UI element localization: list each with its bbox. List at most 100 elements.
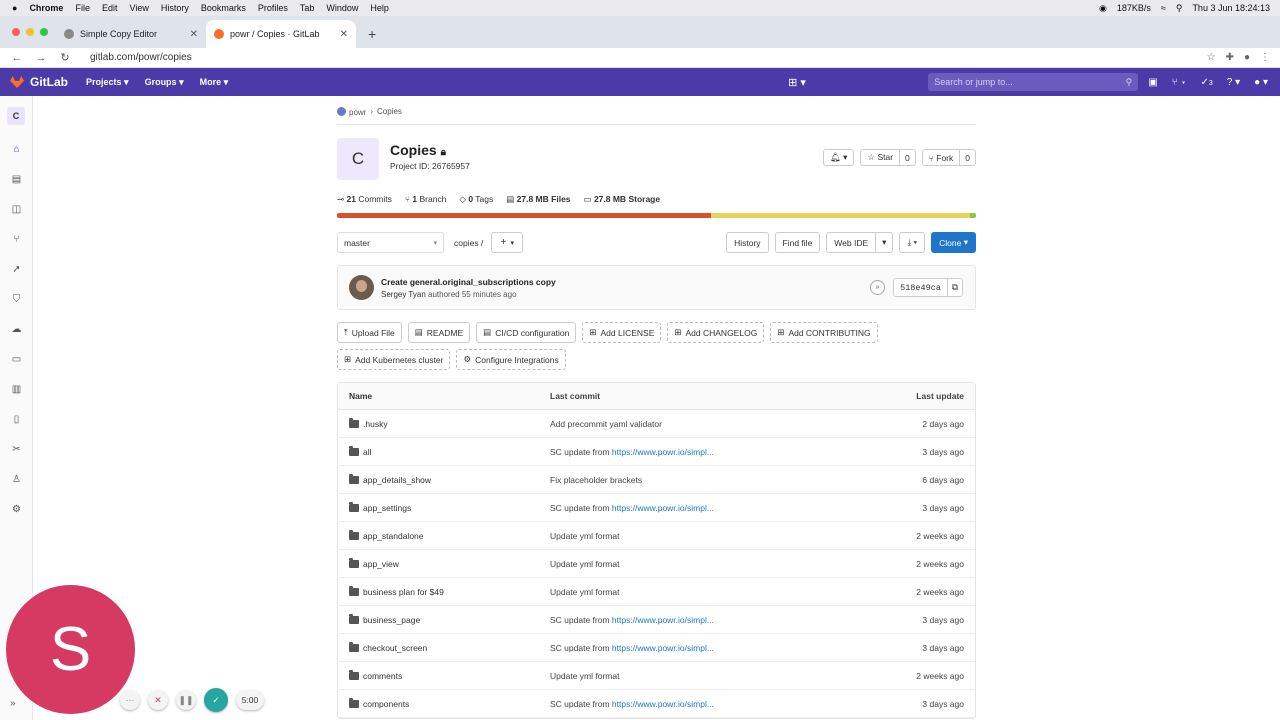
language-segment[interactable] [710, 213, 970, 218]
readme-button[interactable]: ▤ README [407, 322, 471, 343]
issues-icon[interactable]: ▣ [1148, 77, 1157, 88]
table-row[interactable]: app_view Update yml format 2 weeks ago [338, 550, 975, 578]
last-commit-cell[interactable]: Update yml format [550, 531, 830, 541]
merge-requests-icon[interactable]: ⑂ ▾ [1172, 77, 1187, 88]
table-row[interactable]: business_page SC update from https://www.… [338, 606, 975, 634]
last-commit-cell[interactable]: SC update from https://www.powr.io/simpl… [550, 615, 830, 625]
add-to-tree-button[interactable]: + ▾ [491, 232, 524, 253]
close-tab-icon[interactable]: ✕ [190, 29, 198, 40]
add-kubernetes-cluster-button[interactable]: ⊞ Add Kubernetes cluster [337, 349, 451, 370]
table-row[interactable]: comments Update yml format 2 weeks ago [338, 662, 975, 690]
menu-window[interactable]: Window [326, 3, 358, 13]
last-commit-cell[interactable]: Fix placeholder brackets [550, 475, 830, 485]
table-row[interactable]: .husky Add precommit yaml validator 2 days… [338, 410, 975, 438]
branch-select[interactable]: master ▾ [337, 232, 444, 253]
back-icon[interactable]: ← [10, 52, 24, 64]
microphone-icon[interactable]: ◉ [1099, 3, 1107, 14]
home-icon[interactable]: ⌂ [0, 134, 33, 164]
file-name-cell[interactable]: app_details_show [338, 473, 550, 485]
commit-sha[interactable]: 518e49ca [894, 283, 947, 293]
files-link[interactable]: ▤ 27.8 MB Files [506, 194, 570, 205]
commit-link[interactable]: https://www.powr.io/simpl... [612, 699, 714, 709]
finish-recording-icon[interactable]: ✓ [204, 688, 228, 712]
table-row[interactable]: components SC update from https://www.pow… [338, 690, 975, 718]
language-segment[interactable] [969, 213, 976, 218]
datetime[interactable]: Thu 3 Jun 18:24:13 [1192, 3, 1270, 13]
tags-link[interactable]: ◇ 0 Tags [459, 194, 493, 205]
settings-icon[interactable]: ⚙ [0, 494, 33, 524]
file-name-cell[interactable]: business plan for $49 [338, 585, 550, 597]
storage-link[interactable]: ▭ 27.8 MB Storage [584, 194, 661, 205]
commit-link[interactable]: https://www.powr.io/simpl... [612, 615, 714, 625]
branches-link[interactable]: ⑂ 1 Branch [405, 194, 447, 204]
commit-link[interactable]: https://www.powr.io/simpl... [612, 643, 714, 653]
more-icon[interactable]: ⋮ [1260, 52, 1270, 63]
star-button[interactable]: ☆ Star 0 [860, 149, 916, 166]
menu-file[interactable]: File [75, 3, 90, 13]
nav-projects[interactable]: Projects ▾ [86, 77, 129, 88]
wifi-icon[interactable]: ≈ [1161, 3, 1166, 13]
clone-button[interactable]: Clone ▾ [931, 232, 976, 253]
cancel-recording-icon[interactable]: ✕ [148, 690, 168, 710]
snippets-icon[interactable]: ✂ [0, 434, 33, 464]
add-changelog-button[interactable]: ⊞ Add CHANGELOG [667, 322, 765, 343]
members-icon[interactable]: ♙ [0, 464, 33, 494]
upload-file-button[interactable]: ⤒ Upload File [337, 322, 402, 343]
file-name-cell[interactable]: business_page [338, 613, 550, 625]
more-options-icon[interactable]: ··· [120, 690, 140, 710]
last-commit-cell[interactable]: SC update from https://www.powr.io/simpl… [550, 503, 830, 513]
zoom-window-icon[interactable] [40, 28, 48, 36]
browser-tab-simple-copy-editor[interactable]: Simple Copy Editor ✕ [56, 20, 206, 48]
last-commit-cell[interactable]: SC update from https://www.powr.io/simpl… [550, 643, 830, 653]
file-name-cell[interactable]: app_standalone [338, 529, 550, 541]
commits-link[interactable]: ⊸ 21 Commits [337, 194, 392, 205]
rocket-icon[interactable]: ➚ [0, 254, 33, 284]
notification-button[interactable]: 🔔︎ ▾ [823, 149, 855, 166]
new-item-icon[interactable]: ⊞ ▾ [788, 76, 806, 89]
table-row[interactable]: app_settings SC update from https://www.p… [338, 494, 975, 522]
project-avatar-small[interactable]: C [7, 107, 25, 125]
last-commit-cell[interactable]: Update yml format [550, 559, 830, 569]
menu-history[interactable]: History [161, 3, 189, 13]
menu-help[interactable]: Help [370, 3, 389, 13]
fork-button[interactable]: ⑂ Fork 0 [921, 149, 976, 166]
table-row[interactable]: app_standalone Update yml format 2 weeks a… [338, 522, 975, 550]
pause-icon[interactable]: ❚❚ [176, 690, 196, 710]
search-icon[interactable]: ⚲ [1176, 3, 1183, 14]
last-commit-cell[interactable]: Update yml format [550, 671, 830, 681]
last-commit-cell[interactable]: SC update from https://www.powr.io/simpl… [550, 699, 830, 709]
copy-icon[interactable]: ⧉ [946, 279, 962, 296]
nav-groups[interactable]: Groups ▾ [145, 77, 184, 88]
user-avatar[interactable]: ● ▾ [1254, 77, 1268, 88]
forward-icon[interactable]: → [34, 52, 48, 64]
star-bookmark-icon[interactable]: ☆ [1207, 52, 1216, 63]
add-license-button[interactable]: ⊞ Add LICENSE [582, 322, 662, 343]
merge-requests-icon[interactable]: ⑂ [0, 224, 33, 254]
help-icon[interactable]: ? ▾ [1227, 77, 1240, 88]
menu-chrome[interactable]: Chrome [29, 3, 63, 13]
file-name-cell[interactable]: components [338, 697, 550, 709]
repository-language-bar[interactable] [337, 213, 976, 218]
search-input[interactable]: Search or jump to... ⚲ [928, 73, 1139, 91]
add-contributing-button[interactable]: ⊞ Add CONTRIBUTING [770, 322, 878, 343]
menu-view[interactable]: View [129, 3, 148, 13]
address-bar[interactable]: gitlab.com/powr/copies [90, 52, 192, 63]
recorder-avatar[interactable]: S [6, 585, 135, 714]
close-window-icon[interactable] [12, 28, 20, 36]
last-commit-cell[interactable]: SC update from https://www.powr.io/simpl… [550, 447, 830, 457]
last-commit-cell[interactable]: Add precommit yaml validator [550, 419, 830, 429]
close-tab-icon[interactable]: ✕ [340, 29, 348, 40]
minimize-window-icon[interactable] [26, 28, 34, 36]
deployments-icon[interactable]: ☁ [0, 314, 33, 344]
commit-link[interactable]: https://www.powr.io/simpl... [612, 447, 714, 457]
issues-icon[interactable]: ◫ [0, 194, 33, 224]
history-button[interactable]: History [726, 232, 769, 253]
file-name-cell[interactable]: app_view [338, 557, 550, 569]
apple-icon[interactable]: ● [12, 3, 17, 13]
web-ide-button[interactable]: Web IDE ▾ [826, 232, 894, 253]
gitlab-logo[interactable]: GitLab [10, 75, 68, 89]
configure-integrations-button[interactable]: ⚙ Configure Integrations [456, 349, 566, 370]
file-name-cell[interactable]: app_settings [338, 501, 550, 513]
expand-sidebar-icon[interactable]: » [10, 698, 16, 709]
table-row[interactable]: business plan for $49 Update yml format 2 … [338, 578, 975, 606]
